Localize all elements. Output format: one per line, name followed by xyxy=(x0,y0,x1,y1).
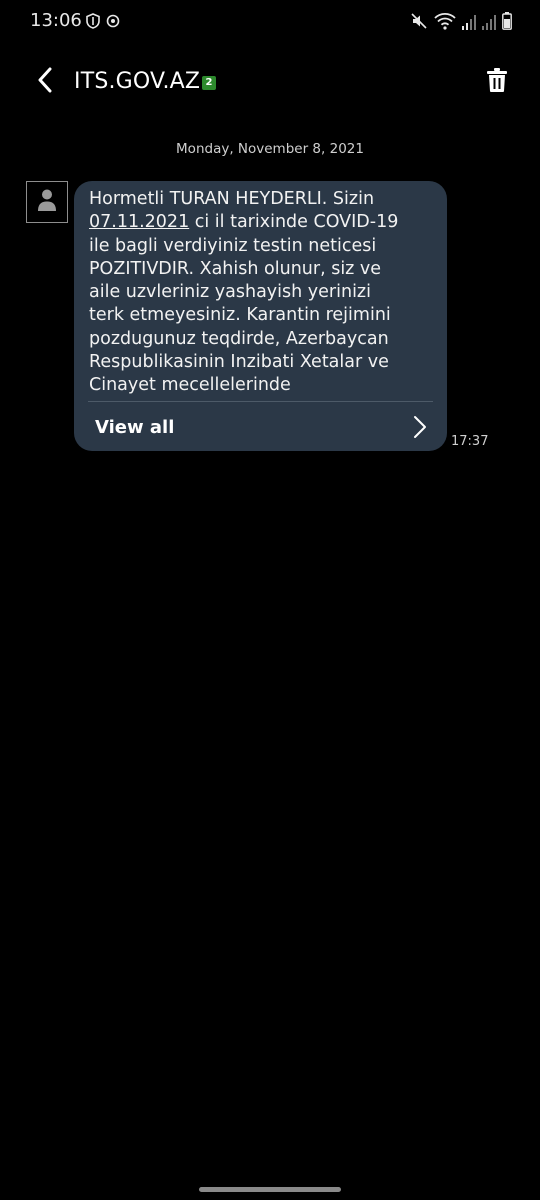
count-badge: 2 xyxy=(202,76,216,90)
mute-icon xyxy=(410,12,428,30)
conversation-title[interactable]: ITS.GOV.AZ xyxy=(74,69,200,94)
message-bubble[interactable]: Hormetli TURAN HEYDERLI. Sizin 07.11.202… xyxy=(74,181,447,451)
message-text-part: Hormetli TURAN HEYDERLI. Sizin xyxy=(89,189,375,209)
delete-button[interactable] xyxy=(482,65,512,99)
message-time: 17:37 xyxy=(451,434,489,449)
message-text-part: ci il tarixinde COVID-19 ile bagli verdi… xyxy=(89,212,399,396)
signal-icon xyxy=(462,14,476,30)
app-bar: ITS.GOV.AZ 2 xyxy=(0,55,540,111)
trash-icon xyxy=(486,67,508,97)
status-left-icons xyxy=(86,13,120,33)
view-all-label: View all xyxy=(95,417,175,438)
back-button[interactable] xyxy=(28,63,62,101)
wifi-icon xyxy=(434,12,456,30)
signal-icon xyxy=(482,14,496,30)
status-right-icons xyxy=(410,12,512,30)
status-time: 13:06 xyxy=(30,10,82,31)
sync-icon xyxy=(106,13,120,33)
date-link[interactable]: 07.11.2021 xyxy=(89,212,189,232)
date-separator: Monday, November 8, 2021 xyxy=(176,141,364,157)
view-all-button[interactable]: View all xyxy=(74,402,447,451)
shield-icon xyxy=(86,13,100,33)
battery-icon xyxy=(502,12,512,30)
home-indicator[interactable] xyxy=(199,1187,341,1192)
chevron-right-icon xyxy=(413,415,427,443)
status-bar: 13:06 xyxy=(0,0,540,44)
person-icon xyxy=(37,188,57,216)
avatar[interactable] xyxy=(26,181,68,223)
chevron-left-icon xyxy=(35,67,55,97)
message-text: Hormetli TURAN HEYDERLI. Sizin 07.11.202… xyxy=(89,188,429,398)
